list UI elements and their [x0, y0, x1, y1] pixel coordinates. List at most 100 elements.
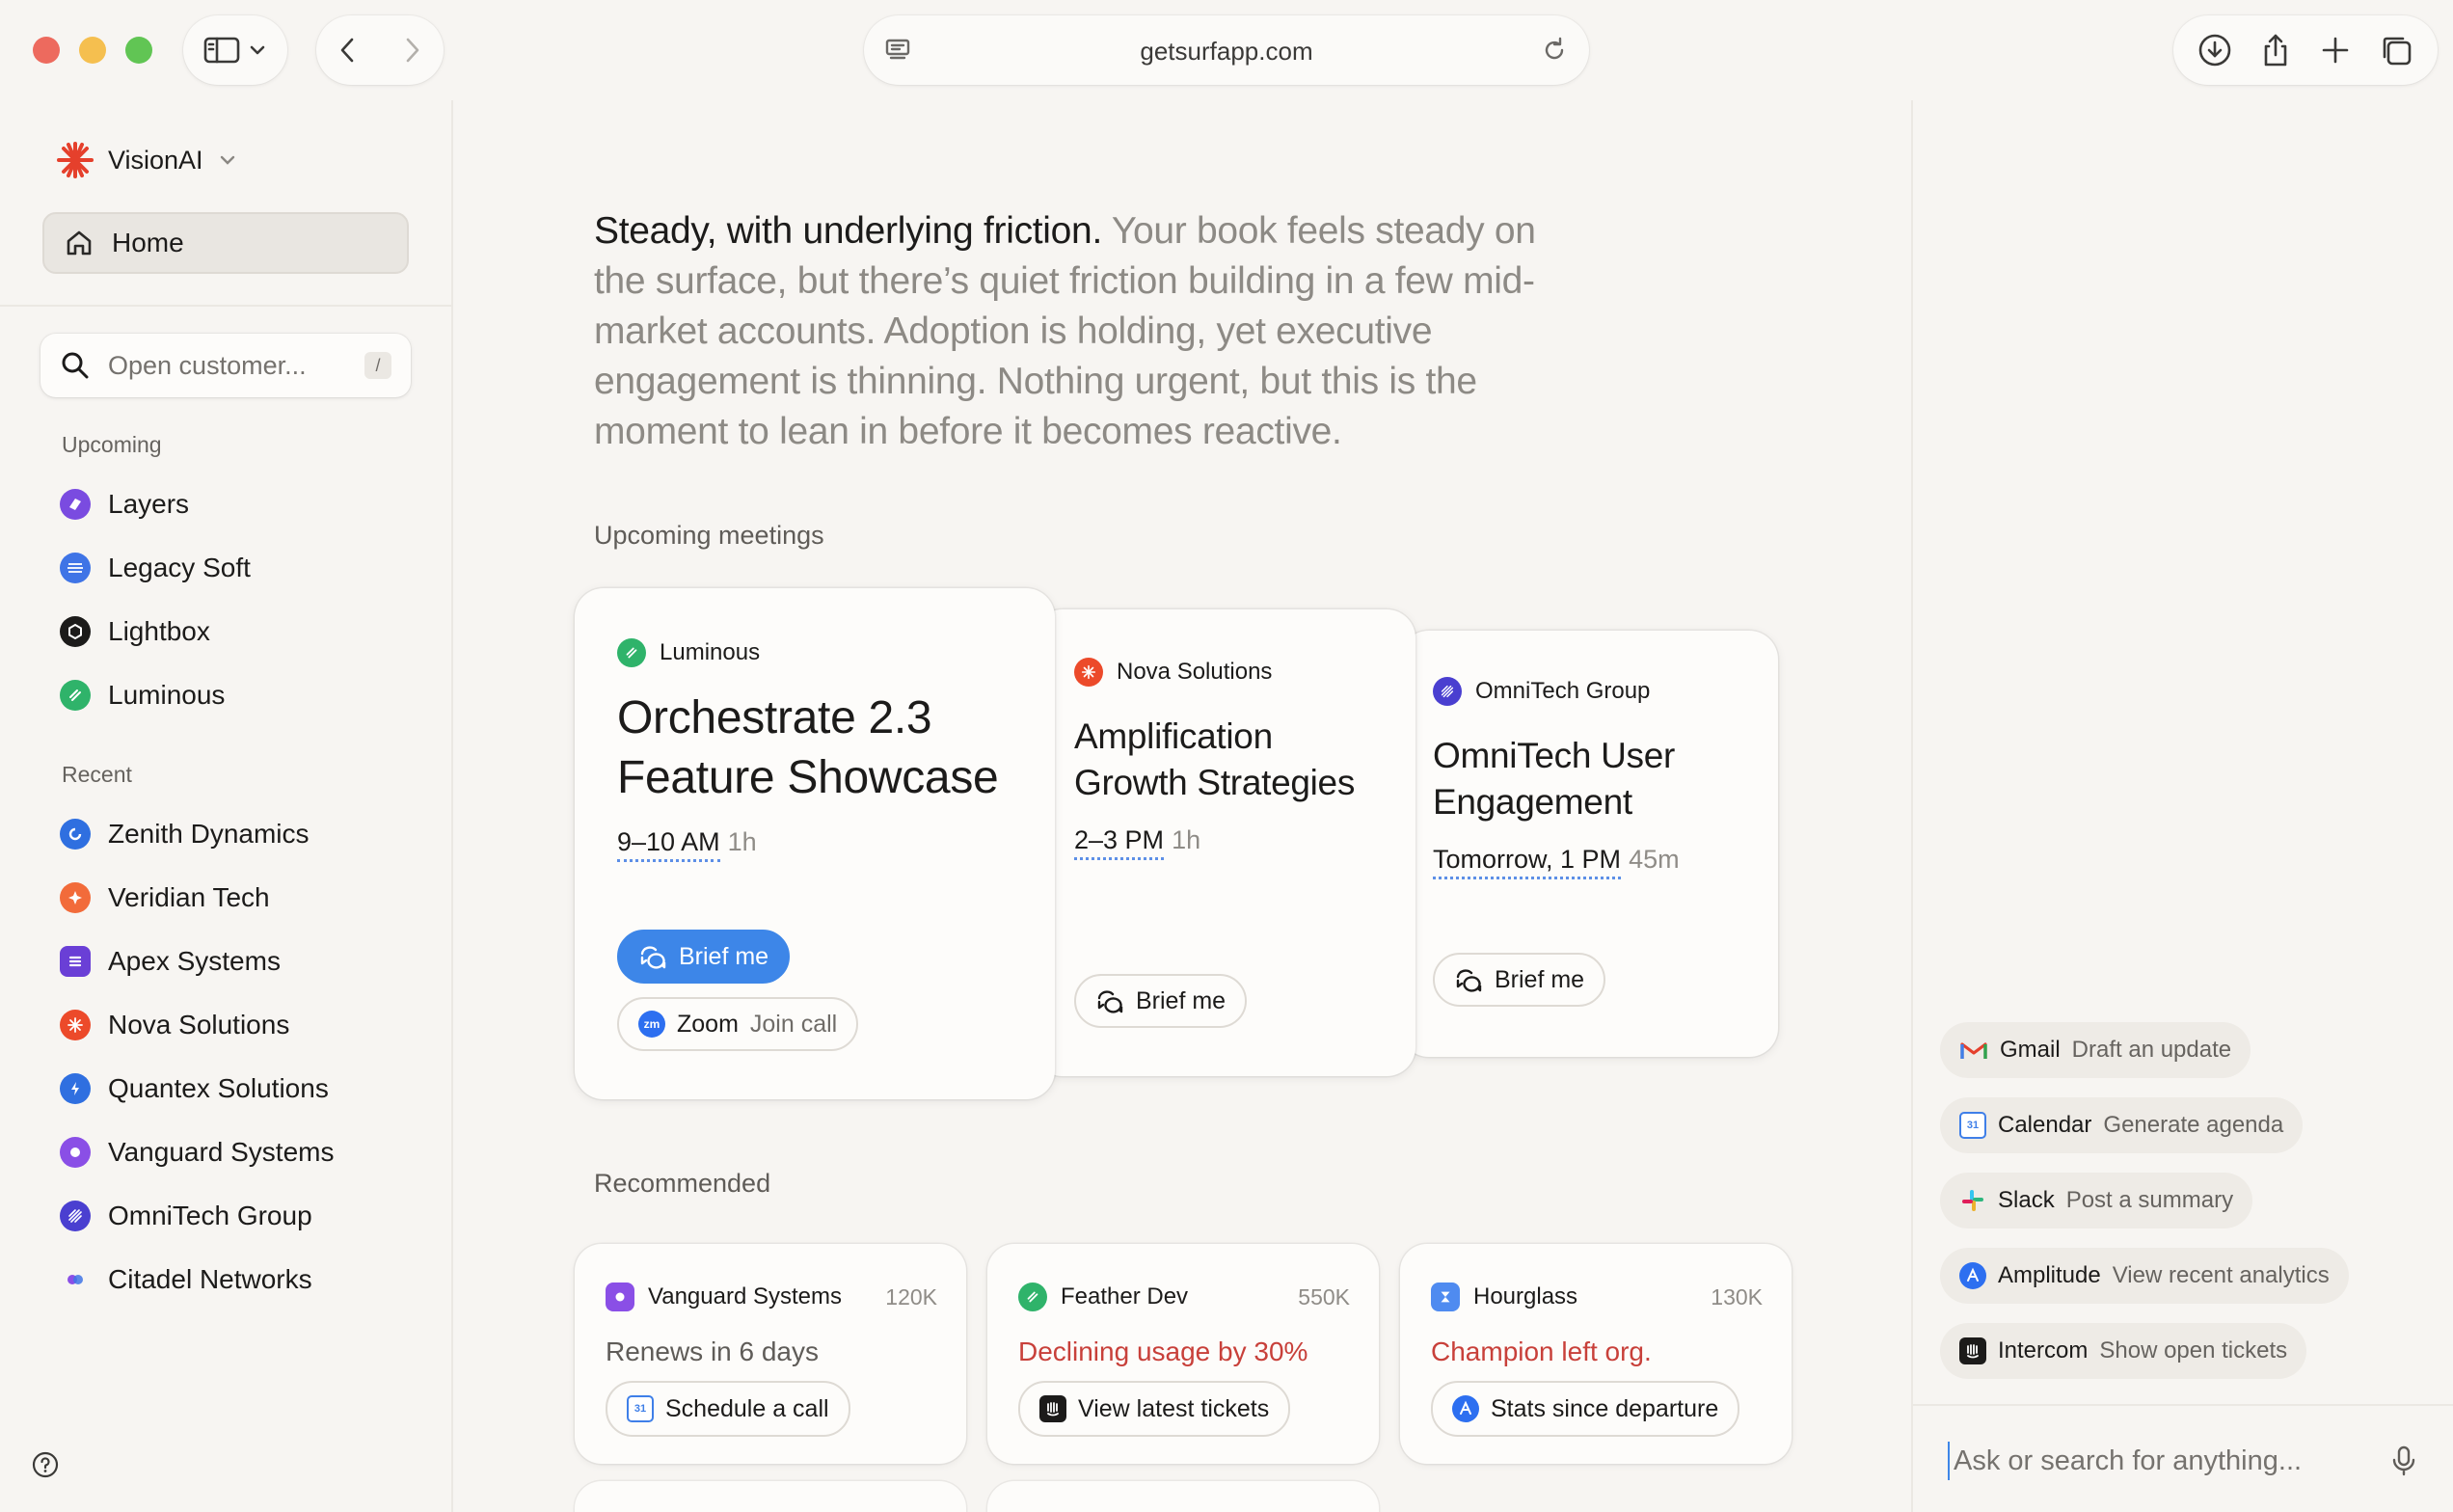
calendar-logo-icon: 31 [1959, 1112, 1986, 1139]
sidebar-item-quantex-solutions[interactable]: Quantex Solutions [60, 1057, 335, 1120]
zoom-action-label: Join call [749, 1010, 838, 1038]
recommended-card-vanguard[interactable]: Vanguard Systems 120K Renews in 6 days 3… [575, 1244, 966, 1464]
meeting-title-line: OmniTech User [1433, 736, 1676, 775]
sidebar-item-label: Apex Systems [108, 946, 281, 976]
meeting-title-line: Feature Showcase [617, 752, 999, 803]
meeting-title-line: Amplification [1074, 716, 1273, 756]
slack-logo-icon [1962, 1190, 1983, 1211]
recommended-card-header: Feather Dev 550K [1018, 1282, 1350, 1311]
brief-me-button[interactable]: Brief me [1074, 974, 1248, 1028]
recommended-card-hourglass[interactable]: Hourglass 130K Champion left org. Stats … [1400, 1244, 1792, 1464]
reload-icon[interactable] [1539, 35, 1570, 66]
search-icon [62, 352, 89, 379]
button-label: Brief me [1136, 986, 1226, 1014]
meeting-title-line: Growth Strategies [1074, 763, 1356, 802]
button-label: Schedule a call [665, 1394, 829, 1422]
meeting-company: Nova Solutions [1074, 658, 1272, 687]
sidebar-item-label: Nova Solutions [108, 1010, 290, 1040]
meeting-card-nova[interactable]: Nova Solutions Amplification Growth Stra… [1034, 609, 1415, 1076]
sidebar-item-zenith-dynamics[interactable]: Zenith Dynamics [60, 802, 335, 866]
sidebar-item-apex-systems[interactable]: Apex Systems [60, 930, 335, 993]
sidebar-item-citadel-networks[interactable]: Citadel Networks [60, 1248, 335, 1311]
zoom-join-call-button[interactable]: zm Zoom Join call [617, 997, 859, 1051]
suggestion-slack[interactable]: Slack Post a summary [1940, 1173, 2253, 1228]
sidebar-item-legacy-soft[interactable]: Legacy Soft [60, 536, 251, 600]
download-icon[interactable] [2197, 32, 2233, 68]
chevron-down-icon [220, 155, 234, 165]
schedule-call-button[interactable]: 31 Schedule a call [606, 1381, 850, 1437]
new-tab-icon[interactable] [2317, 32, 2354, 68]
suggestion-app: Slack [1998, 1187, 2055, 1213]
workspace-switcher[interactable]: VisionAI [56, 141, 238, 179]
sidebar-item-label: Luminous [108, 680, 226, 710]
sidebar-toggle-button[interactable] [183, 15, 287, 85]
search-shortcut-badge: / [364, 352, 391, 379]
suggestion-gmail[interactable]: Gmail Draft an update [1940, 1022, 2251, 1078]
meeting-card-omnitech[interactable]: OmniTech Group OmniTech User Engagement … [1400, 631, 1778, 1057]
chat-bubbles-icon [1456, 969, 1482, 992]
section-title-recommended: Recommended [594, 1169, 771, 1198]
suggestion-action: Post a summary [2065, 1187, 2234, 1213]
company-name: Hourglass [1473, 1283, 1578, 1310]
forward-button[interactable] [398, 35, 425, 66]
zoom-app-name: Zoom [677, 1010, 739, 1038]
sidebar-item-luminous[interactable]: Luminous [60, 663, 251, 727]
nova-logo-icon [1074, 658, 1103, 687]
button-label: View latest tickets [1078, 1394, 1270, 1422]
meeting-time-range[interactable]: 2–3 PM [1074, 825, 1165, 860]
maximize-window-button[interactable] [125, 37, 152, 64]
customer-search-input[interactable]: Open customer... / [40, 334, 411, 397]
meeting-time-range[interactable]: 9–10 AM [617, 827, 720, 862]
sidebar-item-lightbox[interactable]: Lightbox [60, 600, 251, 663]
suggestion-list: Gmail Draft an update 31 Calendar Generate… [1940, 1022, 2349, 1379]
sidebar-item-veridian-tech[interactable]: Veridian Tech [60, 866, 335, 930]
brief-me-button[interactable]: Brief me [617, 930, 791, 984]
luminous-logo-icon [617, 638, 646, 667]
sidebar-item-label: Vanguard Systems [108, 1137, 335, 1167]
suggestion-calendar[interactable]: 31 Calendar Generate agenda [1940, 1097, 2304, 1153]
suggestion-app: Amplitude [1998, 1262, 2101, 1288]
view-latest-tickets-button[interactable]: View latest tickets [1018, 1381, 1291, 1437]
recommended-card-feather-dev[interactable]: Feather Dev 550K Declining usage by 30% … [987, 1244, 1379, 1464]
meeting-time-range[interactable]: Tomorrow, 1 PM [1433, 845, 1622, 879]
minimize-window-button[interactable] [79, 37, 106, 64]
search-placeholder: Open customer... [108, 350, 307, 380]
company-name: Nova Solutions [1117, 659, 1273, 685]
amplitude-logo-icon [1959, 1262, 1986, 1289]
meeting-title-line: Engagement [1433, 782, 1632, 822]
company-name: OmniTech Group [1475, 678, 1651, 704]
calendar-logo-icon: 31 [627, 1395, 654, 1422]
suggestion-app: Intercom [1998, 1337, 2089, 1364]
meeting-duration: 1h [1172, 825, 1201, 854]
sidebar-item-home[interactable]: Home [42, 212, 409, 274]
feather-dev-logo-icon [1018, 1282, 1047, 1311]
intercom-logo-icon [1039, 1395, 1066, 1422]
recommended-card-header: Vanguard Systems 120K [606, 1282, 937, 1311]
address-bar[interactable]: getsurfapp.com [864, 15, 1589, 85]
suggestion-intercom[interactable]: Intercom Show open tickets [1940, 1323, 2307, 1379]
tab-overview-icon[interactable] [2378, 32, 2414, 68]
microphone-icon[interactable] [2389, 1444, 2418, 1477]
meeting-card-luminous[interactable]: Luminous Orchestrate 2.3 Feature Showcas… [575, 588, 1055, 1099]
brief-me-button[interactable]: Brief me [1433, 953, 1606, 1007]
stats-since-departure-button[interactable]: Stats since departure [1431, 1381, 1740, 1437]
hourglass-logo-icon [1431, 1282, 1460, 1311]
sidebar-item-omnitech-group[interactable]: OmniTech Group [60, 1184, 335, 1248]
company-name: Vanguard Systems [648, 1283, 842, 1310]
assistant-panel: Gmail Draft an update 31 Calendar Generate… [1911, 100, 2453, 1512]
sidebar-item-label: Veridian Tech [108, 882, 270, 912]
sidebar-item-vanguard-systems[interactable]: Vanguard Systems [60, 1120, 335, 1184]
url-text: getsurfapp.com [1140, 37, 1313, 66]
help-icon[interactable] [31, 1450, 60, 1479]
ask-input[interactable]: Ask or search for anything... [1948, 1437, 2418, 1485]
citadel-logo-icon [60, 1264, 91, 1295]
share-icon[interactable] [2257, 32, 2294, 68]
suggestion-app: Gmail [2000, 1037, 2061, 1063]
sidebar-item-nova-solutions[interactable]: Nova Solutions [60, 993, 335, 1057]
sidebar-item-layers[interactable]: Layers [60, 472, 251, 536]
upcoming-list: Layers Legacy Soft Lightbox Luminous [60, 472, 251, 727]
intercom-logo-icon [1959, 1337, 1986, 1364]
back-button[interactable] [335, 35, 362, 66]
suggestion-amplitude[interactable]: Amplitude View recent analytics [1940, 1248, 2349, 1304]
close-window-button[interactable] [33, 37, 60, 64]
